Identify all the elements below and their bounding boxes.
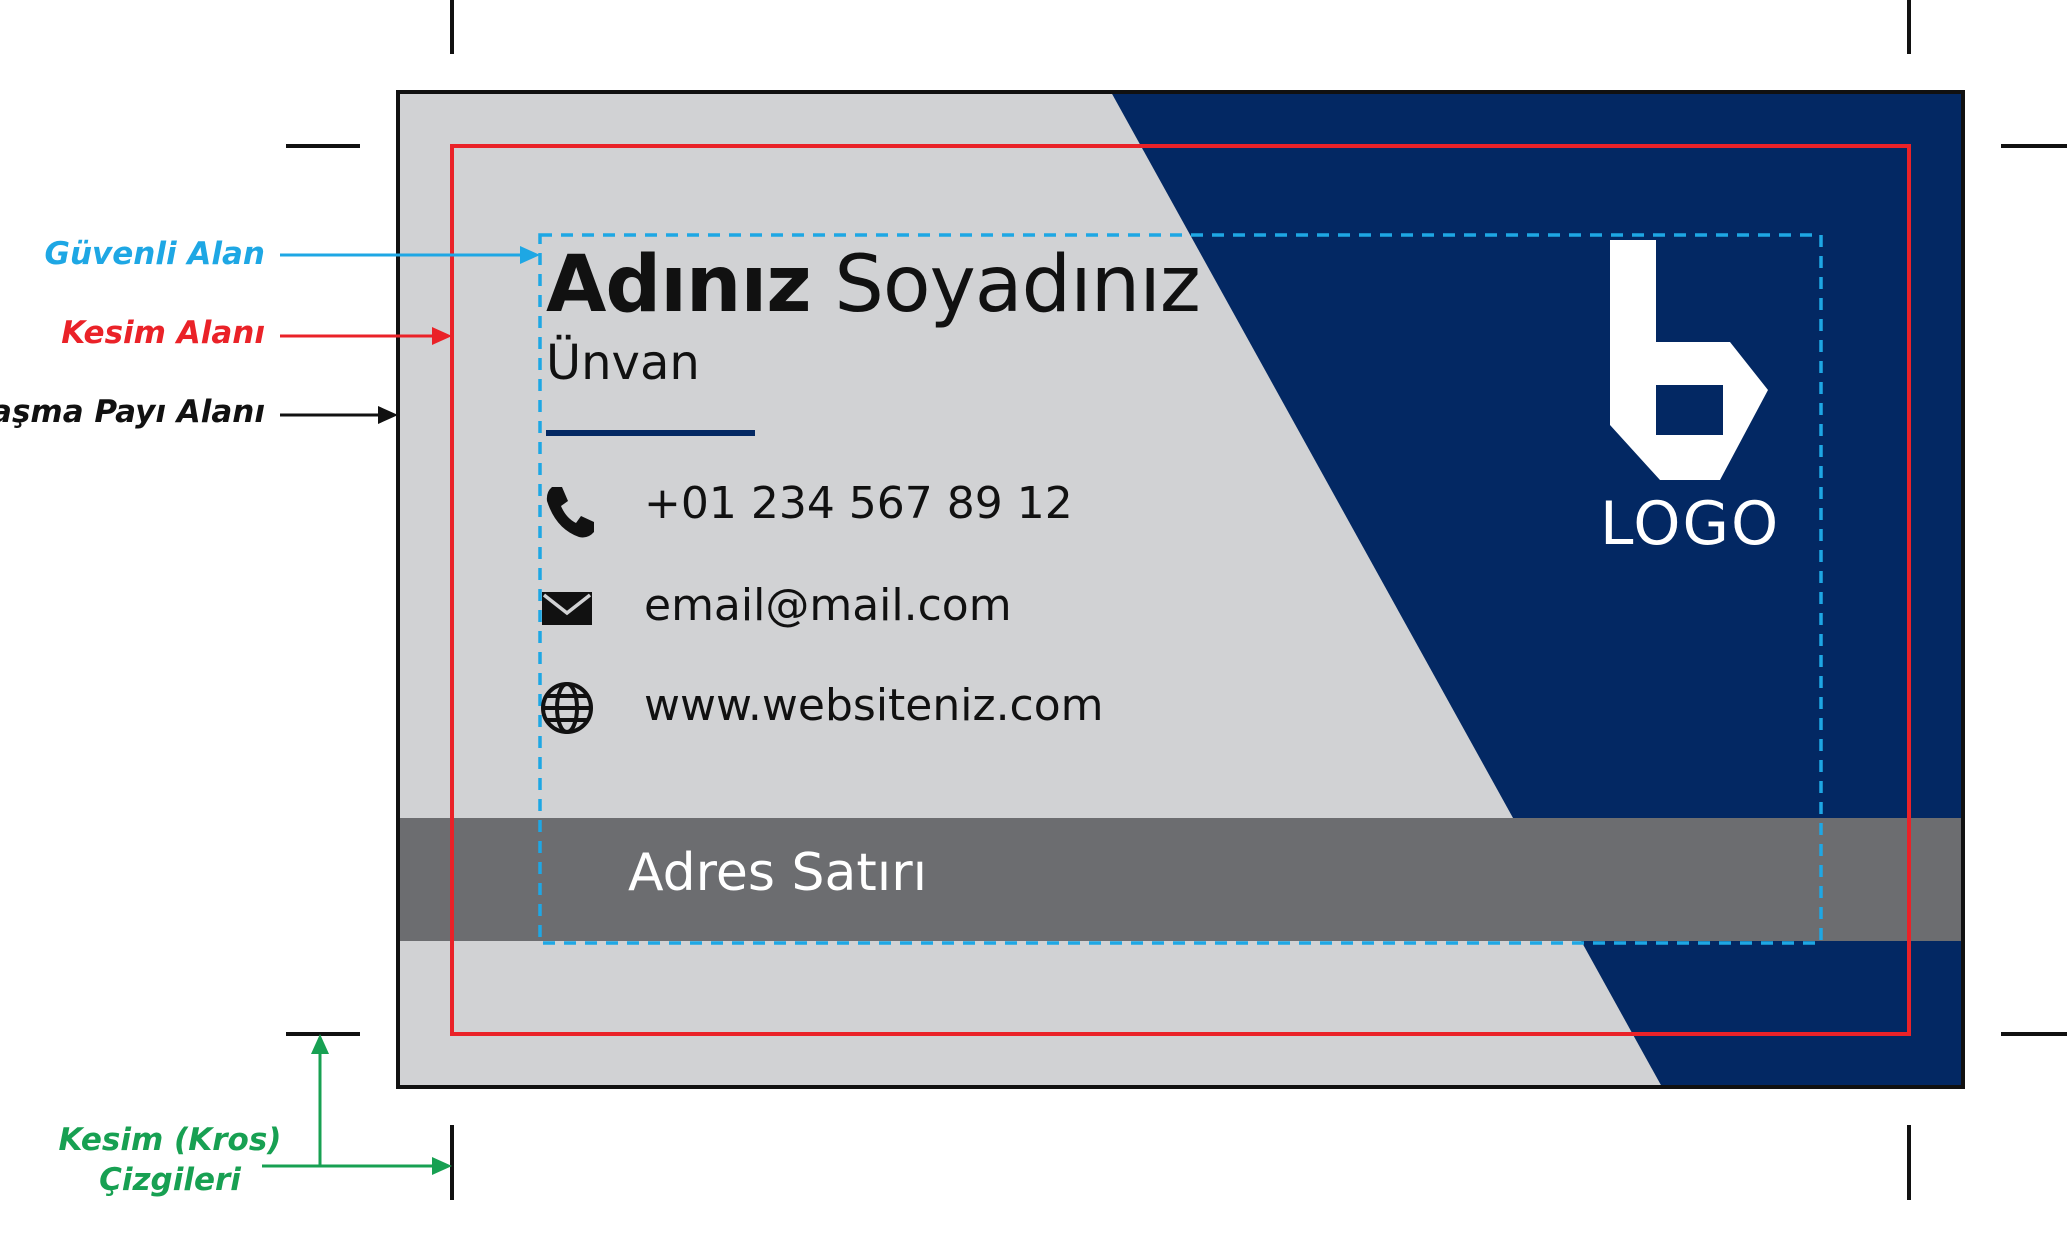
crop-marks-label-line2: Çizgileri xyxy=(99,1162,241,1198)
card-email: email@mail.com xyxy=(644,580,1012,631)
card-address: Adres Satırı xyxy=(628,843,928,903)
card-first-name: Adınız xyxy=(546,240,812,330)
cut-area-label: Kesim Alanı xyxy=(61,315,265,351)
card-last-name: Soyadınız xyxy=(834,240,1200,330)
card-title: Ünvan xyxy=(546,335,700,391)
business-card-template-diagram xyxy=(262,0,2067,1200)
bleed-area-label: Taşma Payı Alanı xyxy=(0,394,265,430)
safe-area-label: Güvenli Alan xyxy=(44,236,265,272)
title-divider xyxy=(546,430,755,436)
card-website: www.websiteniz.com xyxy=(644,680,1104,731)
crop-marks-label: Kesim (Kros) Çizgileri xyxy=(40,1120,300,1200)
card-phone: +01 234 567 89 12 xyxy=(644,478,1073,529)
bleed-area-arrow xyxy=(280,406,398,424)
logo-text: LOGO xyxy=(1600,489,1781,559)
card-name: Adınız Soyadınız xyxy=(546,240,1201,330)
crop-marks-label-line1: Kesim (Kros) xyxy=(58,1122,282,1158)
envelope-icon xyxy=(542,592,592,625)
